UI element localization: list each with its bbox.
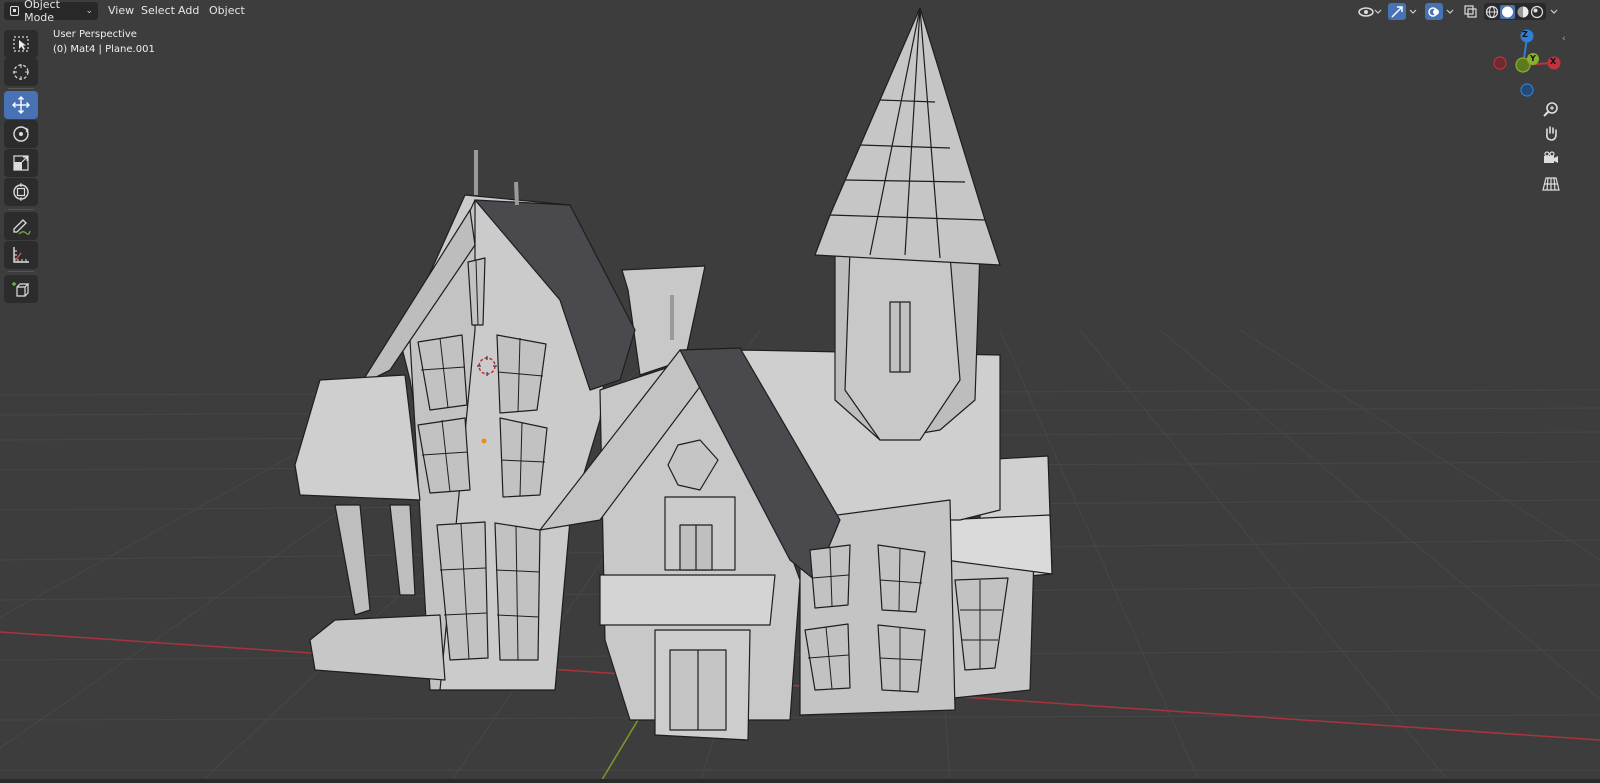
viewport-header: Object Mode ⌄ View Select Add Object [0, 0, 1600, 24]
tool-annotate[interactable] [4, 212, 38, 240]
overlays-toggle[interactable] [1425, 3, 1443, 20]
object-info: (0) Mat4 | Plane.001 [53, 44, 155, 55]
mode-label: Object Mode [24, 0, 60, 24]
move-icon [12, 96, 30, 114]
pan-button[interactable] [1539, 122, 1563, 144]
eye-icon [1358, 6, 1382, 17]
overlays-dropdown[interactable] [1444, 3, 1456, 20]
zoom-magnifier-icon [1543, 102, 1558, 117]
perspective-toggle-button[interactable] [1539, 173, 1563, 195]
gizmo-toggle[interactable] [1388, 3, 1406, 20]
tool-cursor[interactable] [4, 58, 38, 86]
cursor-icon [13, 64, 29, 80]
annotate-pencil-icon [13, 219, 31, 235]
chevron-down-icon [1550, 9, 1558, 14]
xray-toggle[interactable] [1462, 3, 1478, 20]
shading-switcher[interactable] [1484, 3, 1546, 20]
zoom-button[interactable] [1539, 98, 1563, 120]
xray-icon [1463, 5, 1477, 18]
object-mode-icon [10, 6, 20, 16]
select-box-icon [13, 36, 29, 52]
menu-view[interactable]: View [103, 2, 139, 20]
gizmo-icon [1391, 5, 1403, 18]
measure-ruler-icon [13, 247, 29, 263]
scene-canvas[interactable] [0, 0, 1600, 783]
scale-icon [13, 155, 29, 171]
gizmo-z-label: Z [1522, 30, 1528, 39]
rendered-shading-icon [1530, 5, 1544, 18]
shading-dropdown[interactable] [1548, 3, 1560, 20]
3d-viewport[interactable]: Object Mode ⌄ View Select Add Object Use… [0, 0, 1600, 783]
toolbar-separator [8, 271, 34, 272]
transform-icon [13, 183, 29, 201]
house-model [294, 7, 1053, 741]
mode-dropdown[interactable]: Object Mode ⌄ [4, 0, 98, 24]
rotate-icon [13, 126, 29, 142]
toolbar-separator [8, 209, 34, 210]
camera-icon [1544, 151, 1558, 163]
gizmo-dropdown[interactable] [1407, 3, 1419, 20]
add-cube-icon [12, 282, 30, 297]
menu-add[interactable]: Add [173, 2, 204, 20]
tool-add-cube[interactable] [4, 275, 38, 303]
toolbar-separator [8, 88, 34, 89]
tool-select-box[interactable] [4, 30, 38, 58]
overlays-icon [1428, 6, 1439, 17]
chevron-down-icon [1446, 9, 1454, 14]
camera-view-button[interactable] [1539, 147, 1563, 169]
tool-transform[interactable] [4, 178, 38, 206]
tool-measure[interactable] [4, 241, 38, 269]
gizmo-y-label: Y [1530, 54, 1536, 63]
chevron-down-icon: ⌄ [85, 6, 93, 16]
view-name: User Perspective [53, 29, 137, 40]
hand-icon [1546, 126, 1557, 141]
tool-move[interactable] [4, 91, 38, 119]
visibility-dropdown[interactable] [1356, 3, 1384, 20]
menu-object[interactable]: Object [204, 2, 250, 20]
shading-icons [1485, 4, 1544, 19]
gizmo-neg-z [1520, 83, 1534, 97]
chevron-down-icon [1409, 9, 1417, 14]
gizmo-x-label: X [1550, 57, 1557, 66]
wireframe-shading-icon [1485, 5, 1499, 18]
tool-rotate[interactable] [4, 120, 38, 148]
grid-perspective-icon [1542, 177, 1560, 191]
solid-shading-icon [1502, 6, 1513, 17]
gizmo-neg-x [1493, 56, 1507, 70]
tool-scale[interactable] [4, 149, 38, 177]
collapse-sidebar-icon[interactable]: ‹ [1562, 34, 1568, 44]
object-origin [481, 438, 487, 444]
material-shading-icon [1517, 6, 1529, 17]
